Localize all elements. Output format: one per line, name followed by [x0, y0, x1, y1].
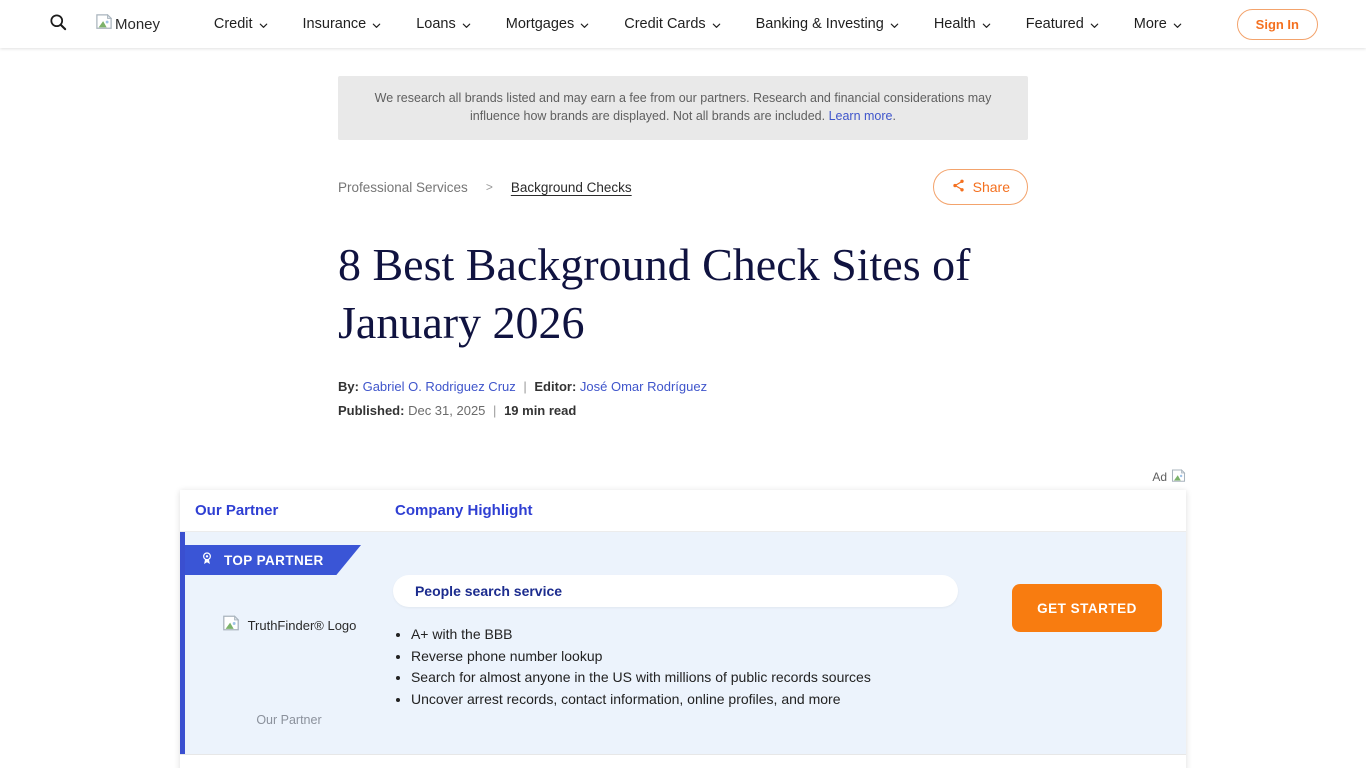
search-button[interactable]: [44, 8, 73, 40]
partner-comparison-table: Our Partner Company Highlight TOP PARTNE…: [180, 490, 1186, 768]
chevron-down-icon: [461, 20, 472, 31]
broken-image-icon: [222, 615, 240, 635]
nav-item-banking-investing[interactable]: Banking & Investing: [756, 16, 900, 32]
service-highlight-pill: People search service: [393, 575, 958, 607]
broken-image-icon: [95, 14, 113, 35]
chevron-down-icon: [711, 20, 722, 31]
sign-in-button[interactable]: Sign In: [1237, 9, 1318, 40]
chevron-down-icon: [889, 20, 900, 31]
share-label: Share: [973, 179, 1010, 195]
top-partner-label: TOP PARTNER: [224, 553, 324, 568]
ad-label: Ad: [1152, 470, 1167, 484]
medal-icon: [199, 550, 215, 571]
learn-more-link[interactable]: Learn more: [829, 109, 893, 123]
nav-item-loans[interactable]: Loans: [416, 16, 472, 32]
byline: By: Gabriel O. Rodriguez Cruz | Editor: …: [338, 379, 1028, 394]
chevron-down-icon: [1089, 20, 1100, 31]
nav-item-credit[interactable]: Credit: [214, 16, 269, 32]
partner-logo[interactable]: TruthFinder® Logo: [222, 615, 357, 635]
breadcrumb: Professional Services > Background Check…: [338, 180, 632, 195]
breadcrumb-current[interactable]: Background Checks: [511, 180, 632, 195]
chevron-down-icon: [371, 20, 382, 31]
breadcrumb-separator: >: [486, 180, 493, 194]
feature-item: Search for almost anyone in the US with …: [411, 670, 958, 684]
column-header-company-highlight: Company Highlight: [395, 502, 533, 519]
broken-image-icon: [1171, 469, 1186, 486]
feature-item: Uncover arrest records, contact informat…: [411, 692, 958, 706]
author-link[interactable]: Gabriel O. Rodriguez Cruz: [363, 379, 516, 394]
logo-alt-text: Money: [115, 16, 160, 33]
ad-slot: Ad: [180, 468, 1186, 486]
nav-item-more[interactable]: More: [1134, 16, 1183, 32]
chevron-down-icon: [981, 20, 992, 31]
editor-link[interactable]: José Omar Rodríguez: [580, 379, 707, 394]
cta-cell: GET STARTED: [988, 575, 1186, 754]
breadcrumb-parent[interactable]: Professional Services: [338, 180, 468, 195]
next-table-row: [180, 754, 1186, 768]
money-logo[interactable]: Money: [95, 14, 160, 35]
table-row: TOP PARTNER TruthFinder® Logo Our Partne…: [180, 532, 1186, 754]
feature-item: A+ with the BBB: [411, 627, 958, 641]
main-menu: Credit Insurance Loans Mortgages Credit …: [160, 16, 1237, 32]
disclaimer-text: We research all brands listed and may ea…: [375, 91, 992, 123]
chevron-down-icon: [579, 20, 590, 31]
page-title: 8 Best Background Check Sites of January…: [338, 236, 1028, 352]
search-icon: [48, 12, 69, 36]
published-date: Dec 31, 2025: [408, 403, 485, 418]
nav-item-health[interactable]: Health: [934, 16, 992, 32]
published-line: Published: Dec 31, 2025 | 19 min read: [338, 403, 1028, 418]
chevron-down-icon: [258, 20, 269, 31]
top-nav: Money Credit Insurance Loans Mortgages C…: [0, 0, 1366, 48]
company-highlight-cell: People search service A+ with the BBB Re…: [393, 575, 988, 754]
partner-cell: TruthFinder® Logo Our Partner: [185, 575, 393, 754]
chevron-down-icon: [1172, 20, 1183, 31]
feature-list: A+ with the BBB Reverse phone number loo…: [393, 627, 958, 706]
nav-item-featured[interactable]: Featured: [1026, 16, 1100, 32]
top-partner-badge: TOP PARTNER: [185, 545, 361, 575]
affiliate-disclaimer: We research all brands listed and may ea…: [338, 76, 1028, 140]
nav-item-credit-cards[interactable]: Credit Cards: [624, 16, 721, 32]
share-button[interactable]: Share: [933, 169, 1028, 205]
partner-caption: Our Partner: [256, 713, 321, 727]
read-time: 19 min read: [504, 403, 576, 418]
table-header-row: Our Partner Company Highlight: [180, 490, 1186, 532]
nav-item-mortgages[interactable]: Mortgages: [506, 16, 591, 32]
get-started-button[interactable]: GET STARTED: [1012, 584, 1162, 632]
share-icon: [951, 178, 966, 196]
nav-item-insurance[interactable]: Insurance: [303, 16, 383, 32]
partner-logo-alt-text: TruthFinder® Logo: [248, 618, 357, 633]
column-header-our-partner: Our Partner: [180, 502, 395, 519]
feature-item: Reverse phone number lookup: [411, 649, 958, 663]
